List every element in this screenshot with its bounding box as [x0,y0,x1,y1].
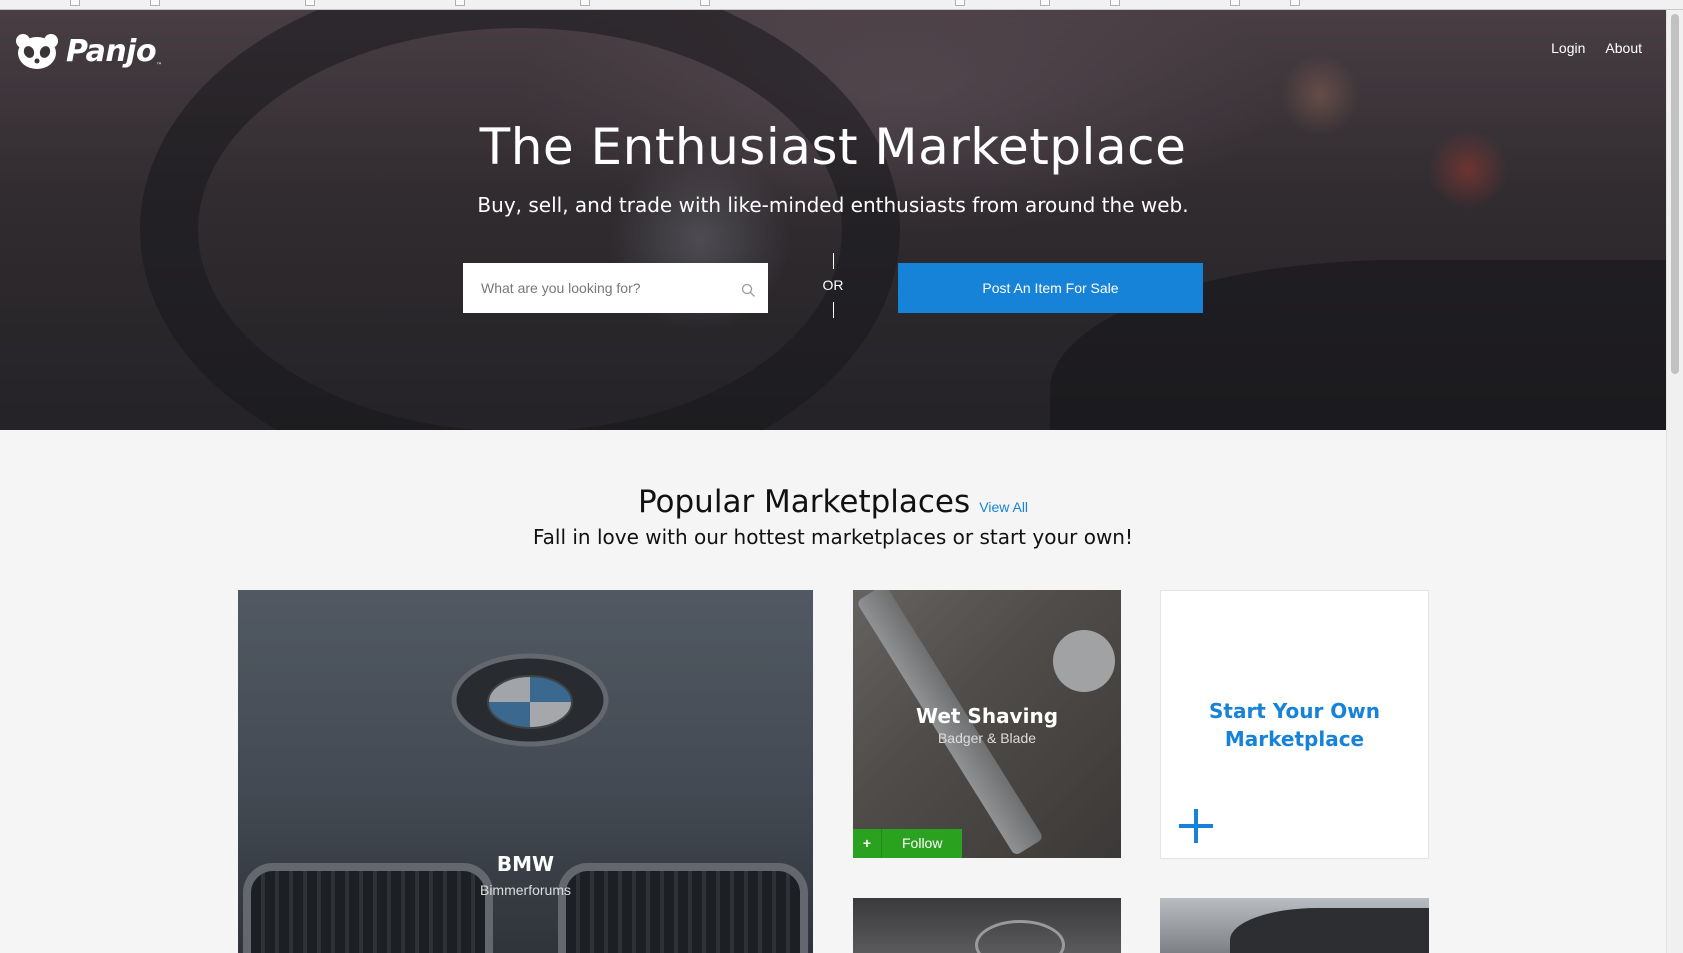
card-title: BMW [496,852,555,876]
car-emblem-image [975,920,1065,953]
post-item-button[interactable]: Post An Item For Sale [898,263,1203,313]
section-title: Popular Marketplaces [637,484,971,520]
nav-about-link[interactable]: About [1605,40,1642,56]
panda-logo-icon [14,32,60,70]
bookmark-folder-icon[interactable] [700,0,710,6]
top-nav: Login About [1551,40,1642,56]
marketplace-card[interactable] [1160,898,1429,953]
follow-button[interactable]: + Follow [853,829,962,858]
browser-bookmarks-bar [0,0,1683,10]
start-own-marketplace-card[interactable]: Start Your Own Marketplace [1160,590,1429,859]
card-title: Wet Shaving [915,704,1059,728]
car-image [1230,908,1429,953]
bookmark-folder-icon[interactable] [955,0,965,6]
bookmark-folder-icon[interactable] [580,0,590,6]
nav-login-link[interactable]: Login [1551,40,1585,56]
bookmark-folder-icon[interactable] [1110,0,1120,6]
bookmark-folder-icon[interactable] [70,0,80,6]
start-own-label: Start Your Own Marketplace [1208,699,1380,751]
card-subtitle: Badger & Blade [937,730,1037,746]
or-divider: OR [808,253,858,323]
section-subtitle: Fall in love with our hottest marketplac… [532,525,1133,549]
view-all-link[interactable]: View All [979,499,1028,515]
bookmark-folder-icon[interactable] [150,0,160,6]
search-input[interactable] [463,264,718,312]
bookmark-folder-icon[interactable] [455,0,465,6]
scrollbar-thumb[interactable] [1671,14,1679,374]
hero-banner: Panjo™ Login About The Enthusiast Market… [0,10,1666,430]
page-scrollbar[interactable] [1666,10,1683,953]
hero-title: The Enthusiast Marketplace [479,118,1187,176]
marketplace-card-wet-shaving[interactable]: Wet Shaving Badger & Blade + Follow [853,590,1121,858]
bookmark-folder-icon[interactable] [1290,0,1300,6]
or-label: OR [822,277,844,293]
section-header: Popular Marketplaces View All [0,484,1666,520]
plus-icon: + [853,829,882,858]
follow-label: Follow [902,835,943,851]
hero-subtitle: Buy, sell, and trade with like-minded en… [477,193,1189,217]
divider-line [832,302,834,318]
card-subtitle: Bimmerforums [479,882,571,898]
brand-name: Panjo™ [66,33,162,69]
site-logo[interactable]: Panjo™ [14,32,162,70]
bookmark-folder-icon[interactable] [1040,0,1050,6]
marketplace-card-bmw[interactable]: BMW Bimmerforums [238,590,813,953]
bookmark-folder-icon[interactable] [305,0,315,6]
search-box [463,263,768,313]
add-plus-icon[interactable] [1179,809,1213,843]
marketplace-card[interactable] [853,898,1121,953]
divider-line [832,253,834,269]
bookmark-folder-icon[interactable] [1230,0,1240,6]
search-icon[interactable] [741,283,756,298]
